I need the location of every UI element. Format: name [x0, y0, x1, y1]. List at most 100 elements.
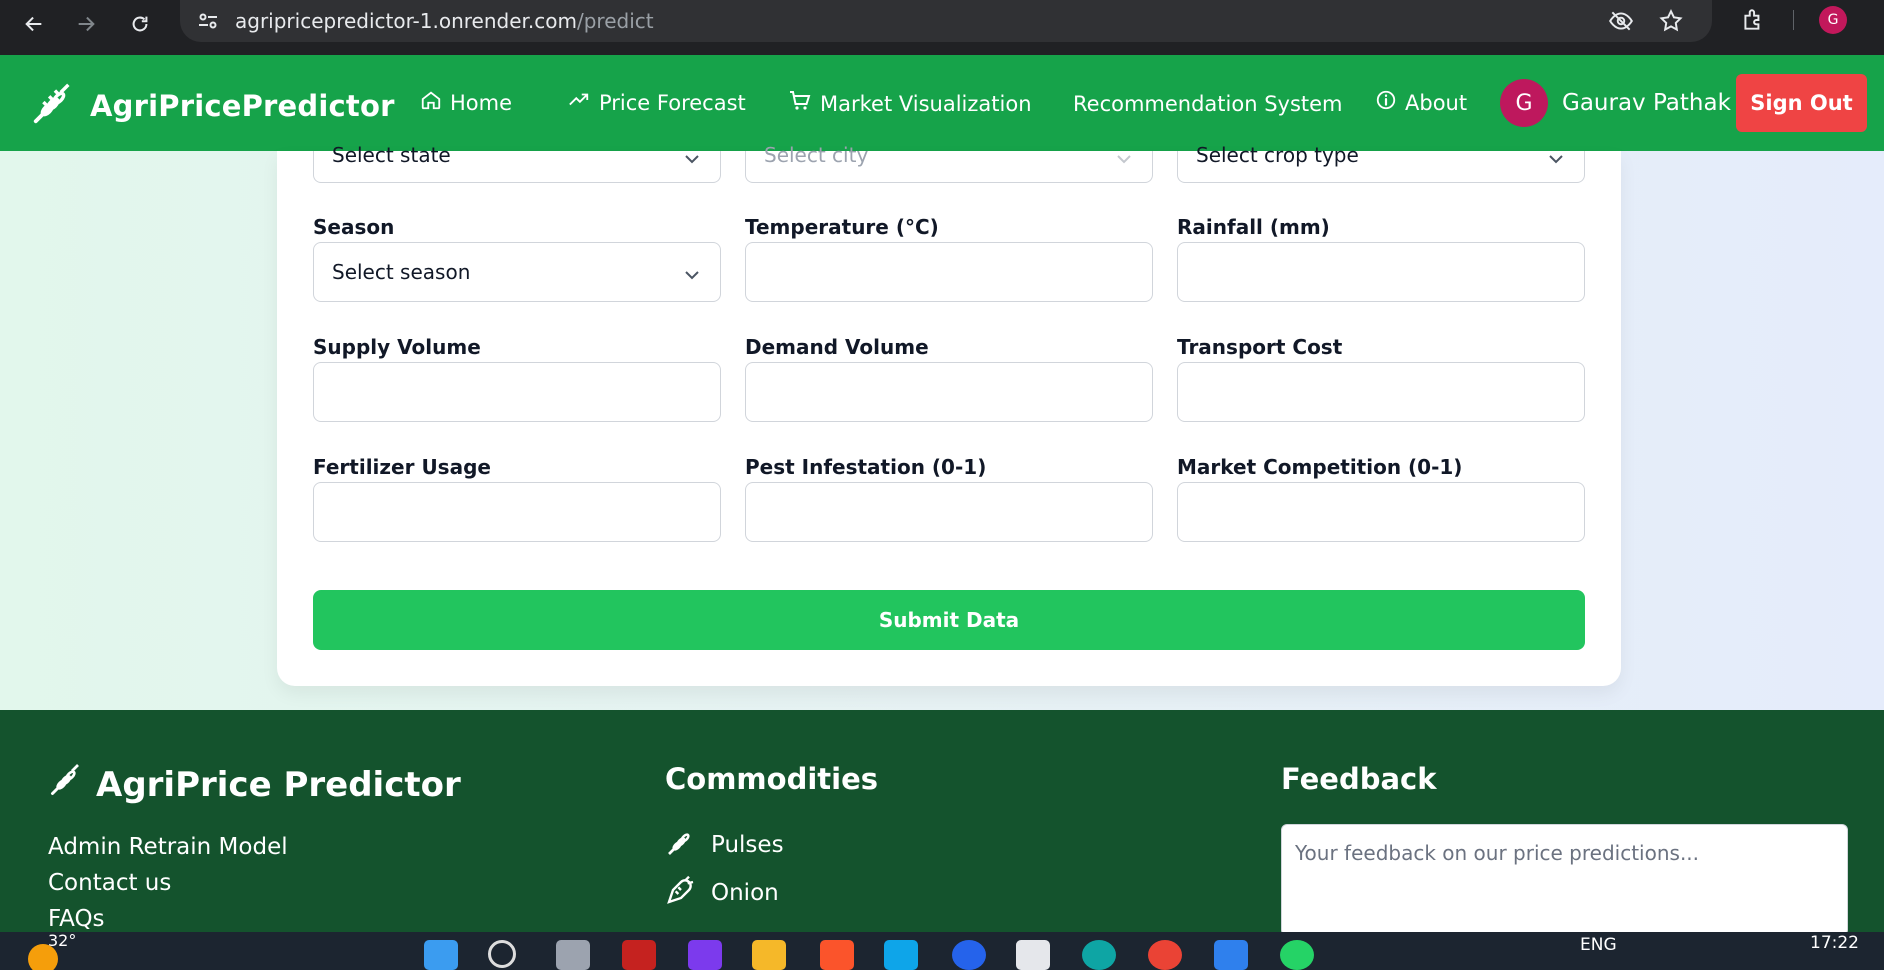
state-select[interactable]: Select state — [313, 143, 721, 183]
browser-toolbar: agripricepredictor-1.onrender.com/predic… — [0, 0, 1884, 55]
os-taskbar: 32° ENG 17:22 — [0, 932, 1884, 970]
nav-market-visualization-label: Market Visualization — [820, 91, 1032, 116]
wheat-icon — [665, 826, 697, 864]
url-text[interactable]: agripricepredictor-1.onrender.com/predic… — [235, 9, 654, 33]
submit-data-button[interactable]: Submit Data — [313, 590, 1585, 650]
chevron-down-icon — [1116, 149, 1132, 168]
url-domain: agripricepredictor-1.onrender.com — [235, 9, 577, 33]
chevron-down-icon — [1548, 149, 1564, 168]
commodity-pulses[interactable]: Pulses — [665, 826, 784, 864]
transport-cost-label: Transport Cost — [1177, 335, 1343, 359]
brand-title: AgriPricePredictor — [90, 89, 395, 123]
temperature-input[interactable] — [745, 242, 1153, 302]
chevron-down-icon — [684, 149, 700, 168]
app-header: AgriPricePredictor Home Price Forecast M… — [0, 55, 1884, 151]
rainfall-input[interactable] — [1177, 242, 1585, 302]
commodity-onion[interactable]: Onion — [665, 874, 779, 912]
temperature-label: Temperature (°C) — [745, 215, 939, 239]
carrot-icon — [665, 874, 697, 912]
feedback-textarea[interactable]: Your feedback on our price predictions..… — [1281, 824, 1848, 936]
footer-link-faqs[interactable]: FAQs — [48, 906, 105, 932]
wheat-icon — [30, 81, 76, 131]
pest-infestation-input[interactable] — [745, 482, 1153, 542]
start-icon[interactable] — [424, 940, 458, 970]
help-icon[interactable] — [952, 940, 986, 970]
back-icon[interactable] — [16, 6, 52, 42]
forward-icon[interactable] — [68, 6, 104, 42]
feedback-placeholder: Your feedback on our price predictions..… — [1295, 841, 1700, 865]
language-indicator[interactable]: ENG — [1580, 935, 1617, 955]
commodity-onion-label: Onion — [711, 880, 779, 906]
search-icon[interactable] — [488, 940, 516, 968]
market-competition-input[interactable] — [1177, 482, 1585, 542]
nav-home[interactable]: Home — [420, 89, 512, 116]
commodities-heading: Commodities — [665, 762, 878, 796]
demand-volume-label: Demand Volume — [745, 335, 929, 359]
brave-icon[interactable] — [820, 940, 854, 970]
user-name: Gaurav Pathak — [1562, 90, 1731, 116]
info-icon — [1375, 89, 1397, 116]
star-icon[interactable] — [1658, 8, 1684, 38]
fertilizer-usage-input[interactable] — [313, 482, 721, 542]
demand-volume-input[interactable] — [745, 362, 1153, 422]
chevron-down-icon — [684, 265, 700, 284]
copilot-icon[interactable] — [688, 940, 722, 970]
feedback-heading: Feedback — [1281, 762, 1437, 796]
vscode-icon[interactable] — [1214, 940, 1248, 970]
nav-about[interactable]: About — [1375, 89, 1467, 116]
season-label: Season — [313, 215, 395, 239]
footer-link-admin-retrain[interactable]: Admin Retrain Model — [48, 834, 288, 860]
supply-volume-input[interactable] — [313, 362, 721, 422]
url-path: /predict — [577, 9, 654, 33]
nav-market-visualization[interactable]: Market Visualization — [788, 89, 1032, 118]
sign-out-button[interactable]: Sign Out — [1736, 74, 1867, 132]
nav-home-label: Home — [450, 90, 513, 115]
site-settings-icon[interactable] — [196, 9, 220, 37]
footer-brand: AgriPrice Predictor — [48, 762, 461, 807]
profile-avatar[interactable]: G — [1819, 6, 1847, 34]
site-footer: AgriPrice Predictor Admin Retrain Model … — [0, 710, 1884, 936]
clock-time[interactable]: 17:22 — [1810, 933, 1859, 953]
nav-about-label: About — [1405, 90, 1468, 115]
wheat-icon — [48, 762, 84, 807]
nav-price-forecast[interactable]: Price Forecast — [567, 89, 746, 116]
supply-volume-label: Supply Volume — [313, 335, 481, 359]
home-icon — [420, 89, 442, 116]
store-icon[interactable] — [1016, 940, 1050, 970]
extensions-icon[interactable] — [1740, 7, 1766, 37]
nav-recommendation-system[interactable]: Recommendation System — [1073, 92, 1343, 116]
address-bar[interactable]: agripricepredictor-1.onrender.com/predic… — [180, 0, 1712, 42]
transport-cost-input[interactable] — [1177, 362, 1585, 422]
edge-icon[interactable] — [1082, 940, 1116, 970]
commodity-pulses-label: Pulses — [711, 832, 784, 858]
crop-type-select[interactable]: Select crop type — [1177, 143, 1585, 183]
eye-off-icon[interactable] — [1608, 8, 1634, 38]
city-select[interactable]: Select city — [745, 143, 1153, 183]
footer-brand-title: AgriPrice Predictor — [96, 764, 461, 805]
myhp-icon[interactable] — [884, 940, 918, 970]
pest-infestation-label: Pest Infestation (0-1) — [745, 455, 987, 479]
state-select-value: Select state — [332, 143, 451, 167]
task-view-icon[interactable] — [556, 940, 590, 970]
cart-icon — [788, 89, 812, 118]
weather-temp: 32° — [48, 932, 77, 950]
nav-price-forecast-label: Price Forecast — [599, 90, 746, 115]
gmail-icon[interactable] — [622, 940, 656, 970]
season-select-value: Select season — [332, 260, 471, 284]
season-select[interactable]: Select season — [313, 242, 721, 302]
city-select-value: Select city — [764, 143, 869, 167]
market-competition-label: Market Competition (0-1) — [1177, 455, 1463, 479]
footer-link-contact[interactable]: Contact us — [48, 870, 171, 896]
file-explorer-icon[interactable] — [752, 940, 786, 970]
trending-up-icon — [567, 89, 591, 116]
rainfall-label: Rainfall (mm) — [1177, 215, 1330, 239]
reload-icon[interactable] — [122, 6, 158, 42]
user-avatar: G — [1500, 79, 1548, 127]
chrome-icon[interactable] — [1148, 940, 1182, 970]
nav-recommendation-label: Recommendation System — [1073, 92, 1343, 116]
user-menu[interactable]: G Gaurav Pathak — [1500, 79, 1731, 127]
fertilizer-usage-label: Fertilizer Usage — [313, 455, 491, 479]
brand-logo[interactable]: AgriPricePredictor — [30, 81, 395, 131]
crop-type-select-value: Select crop type — [1196, 143, 1359, 167]
whatsapp-icon[interactable] — [1280, 940, 1314, 970]
